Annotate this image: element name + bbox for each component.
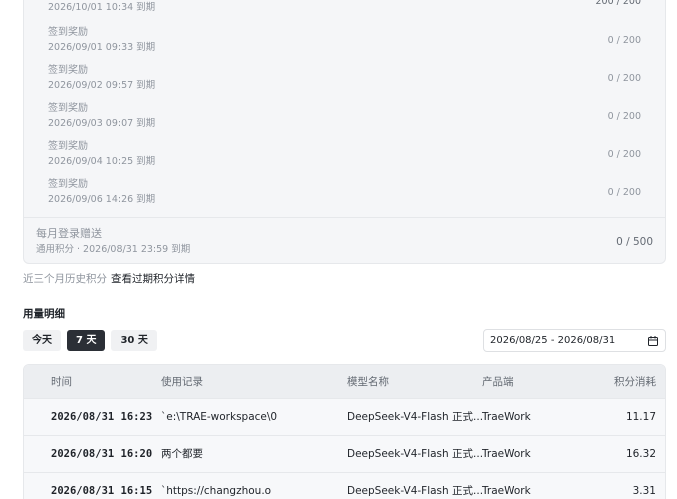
row-model: DeepSeek-V4-Flash 正式...: [347, 485, 484, 497]
monthly-reward-title: 每月登录赠送: [36, 227, 102, 240]
row-points: 11.17: [625, 411, 656, 423]
reward-expiry: 2026/09/06 14:26 到期: [48, 194, 156, 205]
reward-balance: 0 / 200: [607, 187, 641, 198]
row-points: 3.31: [632, 485, 656, 497]
reward-item: 签到奖励 2026/09/06 14:26 到期 0 / 200: [24, 178, 665, 216]
row-model: DeepSeek-V4-Flash 正式...: [347, 448, 484, 460]
reward-balance: 200 / 200: [595, 0, 641, 7]
table-row[interactable]: 2026/08/31 16:20 两个都要 DeepSeek-V4-Flash …: [24, 436, 665, 473]
usage-table: 时间 使用记录 模型名称 产品端 积分消耗 2026/08/31 16:23 `…: [23, 364, 666, 499]
reward-title: 签到奖励: [48, 65, 88, 76]
table-row[interactable]: 2026/08/31 16:23 `e:\TRAE-workspace\0 De…: [24, 399, 665, 436]
column-time: 时间: [51, 376, 72, 388]
calendar-icon: [648, 336, 658, 346]
reward-expiry: 2026/10/01 10:34 到期: [48, 2, 156, 13]
column-record: 使用记录: [161, 376, 203, 388]
reward-title: 签到奖励: [48, 27, 88, 38]
reward-item: 签到奖励 2026/09/01 09:33 到期 0 / 200: [24, 26, 665, 64]
row-record: `https://changzhou.o: [161, 485, 272, 497]
row-product: TraeWork: [482, 411, 531, 423]
reward-title: 签到奖励: [48, 103, 88, 114]
time-range-selector: 今天 7 天 30 天: [23, 330, 157, 351]
date-range-value: 2026/08/25 - 2026/08/31: [490, 335, 616, 346]
reward-expiry: 2026/09/01 09:33 到期: [48, 42, 156, 53]
row-record: 两个都要: [161, 448, 203, 460]
row-points: 16.32: [625, 448, 656, 460]
reward-expiry: 2026/09/04 10:25 到期: [48, 156, 156, 167]
monthly-login-reward: 每月登录赠送 通用积分 · 2026/08/31 23:59 到期 0 / 50…: [24, 217, 665, 265]
reward-balance: 0 / 200: [607, 149, 641, 160]
monthly-reward-balance: 0 / 500: [616, 236, 653, 248]
reward-expiry: 2026/09/03 09:07 到期: [48, 118, 156, 129]
reward-expiry: 2026/09/02 09:57 到期: [48, 80, 156, 91]
table-row[interactable]: 2026/08/31 16:15 `https://changzhou.o De…: [24, 473, 665, 499]
row-time: 2026/08/31 16:20: [51, 448, 153, 460]
reward-balance: 0 / 200: [607, 73, 641, 84]
usage-section-title: 用量明细: [23, 308, 65, 320]
row-product: TraeWork: [482, 448, 531, 460]
column-product: 产品端: [482, 376, 514, 388]
reward-title: 签到奖励: [48, 179, 88, 190]
reward-title: 签到奖励: [48, 141, 88, 152]
monthly-reward-subtitle: 通用积分 · 2026/08/31 23:59 到期: [36, 244, 191, 255]
row-time: 2026/08/31 16:23: [51, 411, 153, 423]
reward-item: 签到奖励 2026/09/03 09:07 到期 0 / 200: [24, 102, 665, 140]
reward-balance: 0 / 200: [607, 35, 641, 46]
row-model: DeepSeek-V4-Flash 正式...: [347, 411, 484, 423]
column-model: 模型名称: [347, 376, 389, 388]
view-expired-points-link[interactable]: 查看过期积分详情: [111, 273, 195, 285]
range-today-button[interactable]: 今天: [23, 330, 61, 351]
range-7-days-button[interactable]: 7 天: [67, 330, 106, 351]
column-points: 积分消耗: [614, 376, 656, 388]
row-time: 2026/08/31 16:15: [51, 485, 153, 497]
table-header: 时间 使用记录 模型名称 产品端 积分消耗: [24, 365, 665, 399]
reward-balance: 0 / 200: [607, 111, 641, 122]
reward-item: 签到奖励 2026/09/04 10:25 到期 0 / 200: [24, 140, 665, 178]
range-30-days-button[interactable]: 30 天: [111, 330, 157, 351]
history-points-label: 近三个月历史积分: [23, 273, 107, 285]
history-points-row: 近三个月历史积分 查看过期积分详情: [23, 271, 195, 287]
row-product: TraeWork: [482, 485, 531, 497]
points-detail-panel: 2026/10/01 10:34 到期 200 / 200 签到奖励 2026/…: [23, 0, 666, 264]
date-range-picker[interactable]: 2026/08/25 - 2026/08/31: [483, 329, 666, 352]
row-record: `e:\TRAE-workspace\0: [161, 411, 278, 423]
reward-item: 签到奖励 2026/09/02 09:57 到期 0 / 200: [24, 64, 665, 102]
